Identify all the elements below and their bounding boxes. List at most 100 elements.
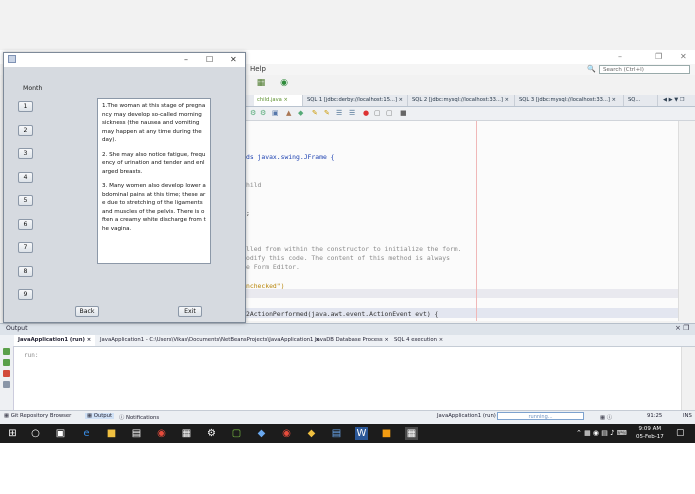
code-line: lled from within the constructor to init… xyxy=(246,245,462,253)
output-tab-sql4[interactable]: SQL 4 execution × xyxy=(390,335,447,346)
output-console[interactable] xyxy=(14,347,681,410)
month-button-4[interactable]: 4 xyxy=(18,172,33,183)
status-icon[interactable]: ▦ ⓘ xyxy=(600,413,612,421)
editor-tool-icon[interactable]: ▣ xyxy=(272,108,279,119)
code-line: 2ActionPerformed(java.awt.event.ActionEv… xyxy=(246,310,439,318)
output-scrollbar[interactable] xyxy=(681,347,695,410)
month-button-9[interactable]: 9 xyxy=(18,289,33,300)
info-paragraph: 1.The woman at this stage of pregnancy m… xyxy=(102,103,206,143)
app-icon[interactable]: ▦ xyxy=(180,427,193,440)
status-position: 91:25 xyxy=(647,413,663,419)
month-button-2[interactable]: 2 xyxy=(18,125,33,136)
info-paragraph: 3. Many women also develop lower abdomin… xyxy=(102,183,206,232)
editor-tool-icon[interactable]: ⚙ xyxy=(250,108,256,119)
tab-sql-1[interactable]: SQL 1 [jdbc:derby://localhost:15...] × xyxy=(304,95,408,106)
edge-icon[interactable]: e xyxy=(80,427,93,440)
task-view-icon[interactable]: ▣ xyxy=(54,427,67,440)
menu-help[interactable]: Help xyxy=(250,65,266,73)
editor-tool-icon[interactable]: ▢ xyxy=(374,108,381,119)
search-icon[interactable]: 🔍 xyxy=(587,65,596,73)
back-button[interactable]: Back xyxy=(75,306,99,317)
output-tab-run[interactable]: JavaApplication1 (run) × xyxy=(14,335,96,346)
java-app-icon[interactable]: ▦ xyxy=(405,427,418,440)
app-icon[interactable]: ◆ xyxy=(255,427,268,440)
month-button-7[interactable]: 7 xyxy=(18,242,33,253)
output-tab-project[interactable]: JavaApplication1 - C:\Users\Vikas\Docume… xyxy=(96,335,324,346)
info-text-area[interactable]: 1.The woman at this stage of pregnancy m… xyxy=(97,98,211,264)
tray-icons[interactable]: ⌃ ▦ ◉ ▤ ♪ ⌨ xyxy=(576,429,627,437)
editor-tabs: child.java × SQL 1 [jdbc:derby://localho… xyxy=(246,95,695,107)
ide-minimize-icon[interactable]: – xyxy=(618,52,622,61)
code-line: odify this code. The content of this met… xyxy=(246,254,450,262)
chrome-icon[interactable]: ◉ xyxy=(155,427,168,440)
editor-scrollbar[interactable] xyxy=(678,121,695,321)
exit-button[interactable]: Exit xyxy=(178,306,202,317)
ide-restore-icon[interactable]: ❐ xyxy=(655,52,662,61)
output-tab-javadb[interactable]: JavaDB Database Process × xyxy=(311,335,393,346)
month-label: Month xyxy=(23,85,43,92)
tab-nav-arrows[interactable]: ◀ ▶ ▼ ❐ xyxy=(660,95,695,106)
rerun-icon[interactable] xyxy=(3,359,10,366)
tab-sql-3[interactable]: SQL 3 [jdbc:mysql://localhost:33...] × xyxy=(516,95,624,106)
editor-tool-icon[interactable]: ✎ xyxy=(324,108,330,119)
search-icon[interactable]: ○ xyxy=(29,427,42,440)
status-git[interactable]: ▦ Git Repository Browser xyxy=(4,413,71,419)
editor-tool-icon[interactable]: ⚙ xyxy=(260,108,266,119)
month-button-8[interactable]: 8 xyxy=(18,266,33,277)
output-side-toolbar xyxy=(0,346,14,410)
status-mode: INS xyxy=(683,413,692,419)
code-highlight xyxy=(246,289,678,298)
app-minimize-icon[interactable]: – xyxy=(184,54,188,65)
word-icon[interactable]: W xyxy=(355,427,368,440)
editor-tool-icon[interactable]: ■ xyxy=(400,108,407,119)
notification-icon[interactable]: ▢ xyxy=(676,428,685,438)
code-line: e Form Editor. xyxy=(246,263,300,271)
output-tabs: JavaApplication1 (run) × JavaApplication… xyxy=(0,335,695,347)
output-title: Output xyxy=(6,325,28,332)
explorer-icon[interactable]: ■ xyxy=(105,427,118,440)
status-notifications[interactable]: ⓘ Notifications xyxy=(119,413,159,421)
tray-clock[interactable]: 9:09 AM 05-Feb-17 xyxy=(636,425,664,441)
output-close-icon[interactable]: × ❐ xyxy=(675,324,689,332)
ide-toolbar xyxy=(246,76,695,92)
info-paragraph: 2. She may also notice fatigue, frequenc… xyxy=(102,151,206,175)
app-close-icon[interactable]: ✕ xyxy=(230,54,237,65)
month-button-6[interactable]: 6 xyxy=(18,219,33,230)
status-app: JavaApplication1 (run) xyxy=(437,413,496,419)
start-icon[interactable]: ⊞ xyxy=(6,427,19,440)
ide-close-icon[interactable]: ✕ xyxy=(680,52,687,61)
editor-tool-icon[interactable]: ☰ xyxy=(349,108,355,119)
tab-child-java[interactable]: child.java × xyxy=(254,95,303,106)
stop-icon[interactable] xyxy=(3,370,10,377)
app-icon[interactable]: ⚙ xyxy=(205,427,218,440)
editor-tool-icon[interactable]: ☰ xyxy=(336,108,342,119)
build-icon[interactable]: ▦ xyxy=(255,78,267,89)
editor-tool-icon[interactable]: ✎ xyxy=(312,108,318,119)
output-text: run: xyxy=(24,352,39,359)
chrome-icon[interactable]: ◉ xyxy=(280,427,293,440)
app-icon[interactable]: ▤ xyxy=(330,427,343,440)
profile-icon[interactable]: ◉ xyxy=(278,78,290,89)
code-line: ds javax.swing.JFrame { xyxy=(246,153,335,161)
search-input[interactable]: Search (Ctrl+I) xyxy=(599,65,690,74)
month-button-3[interactable]: 3 xyxy=(18,148,33,159)
app-icon[interactable]: ◆ xyxy=(305,427,318,440)
app-maximize-icon[interactable]: ☐ xyxy=(206,54,213,65)
tab-sql-4[interactable]: SQ... xyxy=(625,95,658,106)
status-output[interactable]: ▦ Output xyxy=(85,413,115,419)
app-icon[interactable]: ▢ xyxy=(230,427,243,440)
month-button-1[interactable]: 1 xyxy=(18,101,33,112)
editor-tool-icon[interactable]: ◆ xyxy=(298,108,303,119)
rerun-icon[interactable] xyxy=(3,348,10,355)
store-icon[interactable]: ▤ xyxy=(130,427,143,440)
month-button-5[interactable]: 5 xyxy=(18,195,33,206)
tab-sql-2[interactable]: SQL 2 [jdbc:mysql://localhost:33...] × xyxy=(409,95,515,106)
editor-tool-icon[interactable]: ▲ xyxy=(286,108,291,119)
stop-icon[interactable]: ● xyxy=(363,108,369,119)
app-icon[interactable]: ■ xyxy=(380,427,393,440)
progress-bar: running... xyxy=(497,412,584,420)
editor-margin-line xyxy=(476,121,477,321)
editor-tool-icon[interactable]: ▢ xyxy=(386,108,393,119)
settings-icon[interactable] xyxy=(3,381,10,388)
java-app-icon xyxy=(8,55,16,63)
